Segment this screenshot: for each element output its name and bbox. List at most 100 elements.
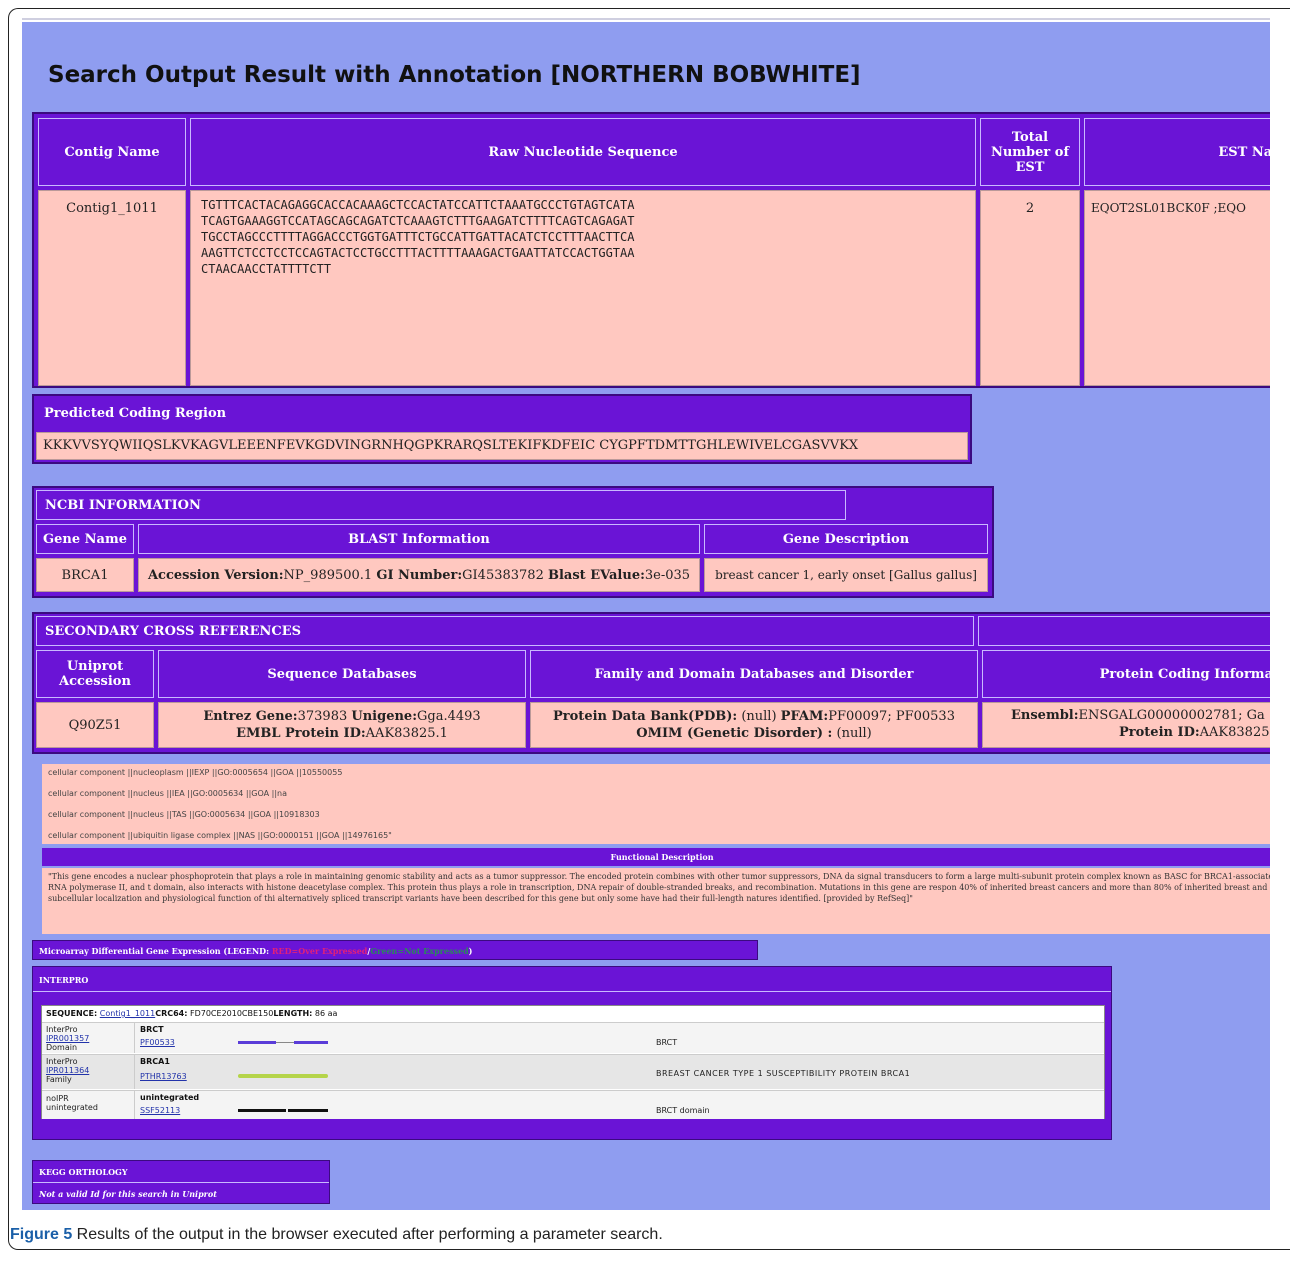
seq-label: SEQUENCE:: [46, 1009, 98, 1018]
pdb-label: Protein Data Bank(PDB):: [553, 709, 738, 724]
gene-name-cell: BRCA1: [36, 558, 134, 592]
ipr-id-link[interactable]: IPR011364: [46, 1066, 89, 1075]
total-est-cell: 2: [980, 190, 1080, 386]
col-raw-sequence: Raw Nucleotide Sequence: [190, 118, 976, 186]
embl-label: EMBL Protein ID:: [236, 726, 366, 741]
interpro-header: INTERPRO: [39, 975, 89, 985]
contig-name-cell: Contig1_1011: [38, 190, 186, 386]
signature-link[interactable]: PTHR13763: [140, 1072, 187, 1081]
crc-label: CRC64:: [155, 1009, 188, 1018]
evalue-value: 3e-035: [644, 567, 691, 583]
raw-sequence-cell: TGTTTCACTACAGAGGCACCACAAAGCTCCACTATCCATT…: [190, 190, 976, 386]
browser-top-border: [22, 18, 1270, 20]
interpro-row: noIPR unintegrated unintegrated SSF52113…: [42, 1090, 1104, 1119]
domain-linker: [276, 1042, 294, 1043]
unigene-label: Unigene:: [351, 709, 417, 724]
est-names-cell: EQOT2SL01BCK0F ;EQO: [1084, 190, 1270, 386]
interpro-row: InterPro IPR001357 Domain BRCT PF00533 B…: [42, 1022, 1104, 1053]
uniprot-cell: Q90Z51: [36, 702, 154, 748]
ipr-name: BRCT: [140, 1025, 164, 1034]
ipr-db: noIPR: [46, 1094, 69, 1103]
microarray-label: Microarray Differential Gene Expression …: [39, 946, 270, 956]
gi-label: GI Number:: [376, 567, 463, 583]
domain-bar: [294, 1041, 328, 1044]
ipr-type: unintegrated: [46, 1103, 98, 1112]
kegg-text: Not a valid Id for this search in Unipro…: [39, 1189, 217, 1199]
gi-value: GI45383782: [462, 567, 544, 583]
crc-value: FD70CE2010CBE150: [189, 1009, 274, 1018]
omim-value: (null): [836, 726, 872, 741]
ipr-type: Family: [46, 1075, 72, 1084]
secondary-refs-panel: SECONDARY CROSS REFERENCES Uniprot Acces…: [32, 612, 1270, 754]
gene-description-cell: breast cancer 1, early onset [Gallus gal…: [704, 558, 988, 592]
microarray-legend: Microarray Differential Gene Expression …: [39, 946, 472, 956]
col-divider: [134, 1023, 135, 1053]
ipr-db: InterPro: [46, 1057, 78, 1066]
ipr-db: InterPro: [46, 1025, 78, 1034]
pdb-value: (null): [741, 709, 777, 724]
ipr-desc: BRCT: [656, 1038, 678, 1047]
divider: [33, 991, 1111, 992]
signature-link[interactable]: PF00533: [140, 1038, 175, 1047]
unigene-value: Gga.4493: [417, 709, 481, 724]
col-protein-coding: Protein Coding Informat: [982, 650, 1270, 698]
ipr-name: BRCA1: [140, 1057, 170, 1066]
ipr-id-link[interactable]: IPR001357: [46, 1034, 89, 1043]
col-divider: [134, 1055, 135, 1089]
go-line: cellular component ||ubiquitin ligase co…: [48, 831, 392, 840]
accession-value: NP_989500.1: [283, 567, 373, 583]
coding-region-panel: Predicted Coding Region KKKVVSYQWIIQSLKV…: [32, 394, 972, 464]
ipr-name: unintegrated: [140, 1093, 200, 1102]
family-bar: [238, 1074, 328, 1078]
col-gene-description: Gene Description: [704, 524, 988, 554]
page-title: Search Output Result with Annotation [NO…: [48, 62, 861, 88]
legend-red: RED=Over Expressed: [271, 946, 368, 956]
ncbi-header: NCBI INFORMATION: [36, 490, 846, 520]
sequence-line: SEQUENCE: Contig1_1011CRC64: FD70CE2010C…: [46, 1009, 337, 1018]
unintegrated-bar: [288, 1109, 328, 1112]
legend-green: Green=Not Expressed: [370, 946, 469, 956]
functional-header-label: Functional Description: [610, 852, 714, 862]
protein-id-label: Protein ID:: [1119, 725, 1200, 740]
unintegrated-bar: [238, 1109, 286, 1112]
accession-label: Accession Version:: [147, 567, 284, 583]
interpro-panel: INTERPRO SEQUENCE: Contig1_1011CRC64: FD…: [32, 966, 1112, 1140]
col-total-est: Total Number of EST: [980, 118, 1080, 186]
family-domain-cell: Protein Data Bank(PDB): (null) PFAM:PF00…: [530, 702, 978, 748]
secondary-refs-header-right: [978, 616, 1270, 646]
signature-link[interactable]: SSF52113: [140, 1106, 180, 1115]
sequence-link[interactable]: Contig1_1011: [100, 1009, 155, 1018]
ipr-desc: BREAST CANCER TYPE 1 SUSCEPTIBILITY PROT…: [656, 1069, 911, 1078]
blast-info-cell: Accession Version: NP_989500.1 GI Number:…: [138, 558, 700, 592]
ipr-db-cell: InterPro IPR011364 Family: [46, 1057, 89, 1084]
embl-value: AAK83825.1: [365, 726, 448, 741]
ensembl-label: Ensembl:: [1011, 708, 1079, 723]
caption-label: Figure 5: [10, 1226, 73, 1243]
col-uniprot: Uniprot Accession: [36, 650, 154, 698]
ipr-db-cell: noIPR unintegrated: [46, 1094, 98, 1112]
contig-table: Contig Name Raw Nucleotide Sequence Tota…: [32, 112, 1270, 388]
functional-text: "This gene encodes a nuclear phosphoprot…: [48, 872, 1270, 903]
sequence-db-cell: Entrez Gene:373983 Unigene:Gga.4493 EMBL…: [158, 702, 526, 748]
go-line: cellular component ||nucleus ||IEA ||GO:…: [48, 789, 288, 798]
domain-bar: [238, 1041, 276, 1044]
kegg-header: KEGG ORTHOLOGY: [39, 1167, 128, 1177]
caption-text: Results of the output in the browser exe…: [72, 1226, 663, 1243]
pfam-value: PF00097; PF00533: [828, 709, 955, 724]
functional-header: Functional Description: [42, 848, 1270, 866]
length-value: 86 aa: [314, 1009, 338, 1018]
protein-id-value: AAK83825: [1199, 725, 1270, 740]
interpro-row: InterPro IPR011364 Family BRCA1 PTHR1376…: [42, 1054, 1104, 1089]
protein-coding-cell: Ensembl:ENSGALG00000002781; Ga Protein I…: [982, 702, 1270, 748]
ipr-desc: BRCT domain: [656, 1106, 710, 1115]
col-est-names: EST Nar: [1084, 118, 1270, 186]
ncbi-panel: NCBI INFORMATION Gene Name BLAST Informa…: [32, 486, 994, 598]
browser-viewport: Search Output Result with Annotation [NO…: [22, 22, 1270, 1210]
evalue-label: Blast EValue:: [548, 567, 645, 583]
ipr-db-cell: InterPro IPR001357 Domain: [46, 1025, 89, 1052]
col-divider: [134, 1091, 135, 1119]
entrez-label: Entrez Gene:: [203, 709, 298, 724]
microarray-bar: Microarray Differential Gene Expression …: [32, 940, 758, 960]
legend-close: ): [468, 946, 473, 956]
col-contig-name: Contig Name: [38, 118, 186, 186]
